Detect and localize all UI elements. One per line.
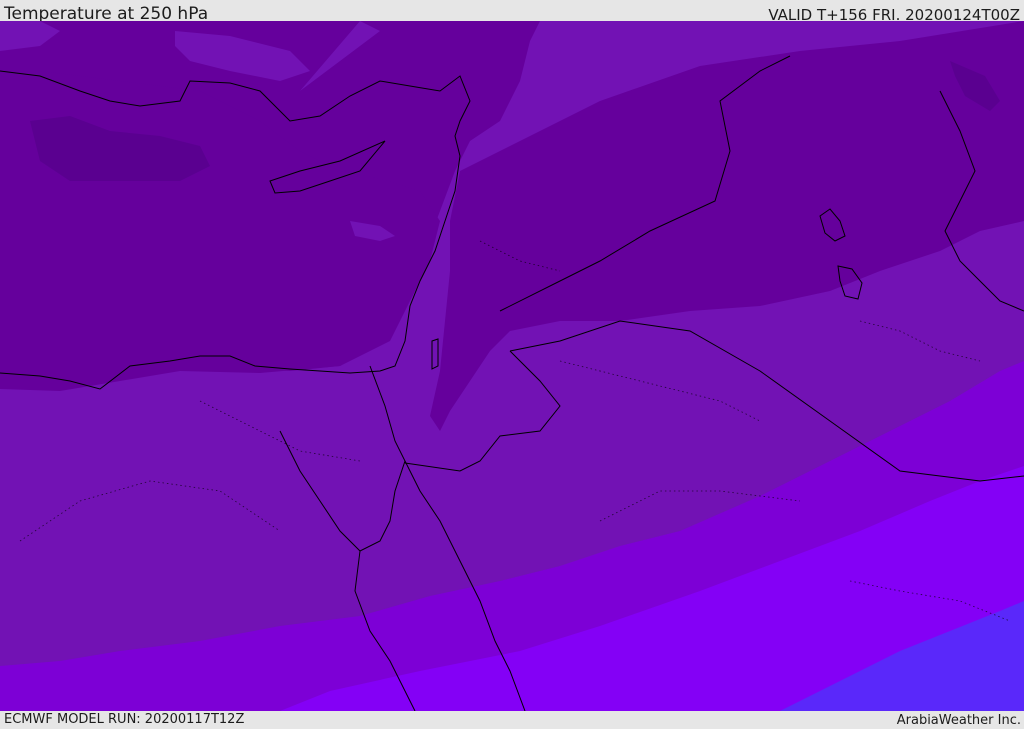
model-run-label: ECMWF MODEL RUN: 20200117T12Z <box>4 712 245 727</box>
credit-label: ArabiaWeather Inc. <box>896 713 1021 728</box>
header-bar: Temperature at 250 hPa VALID T+156 FRI. … <box>0 0 1024 24</box>
footer-bar: ECMWF MODEL RUN: 20200117T12Z ArabiaWeat… <box>0 711 1024 729</box>
map-svg <box>0 21 1024 711</box>
weather-map-frame: Temperature at 250 hPa VALID T+156 FRI. … <box>0 0 1024 729</box>
map-canvas <box>0 21 1024 711</box>
